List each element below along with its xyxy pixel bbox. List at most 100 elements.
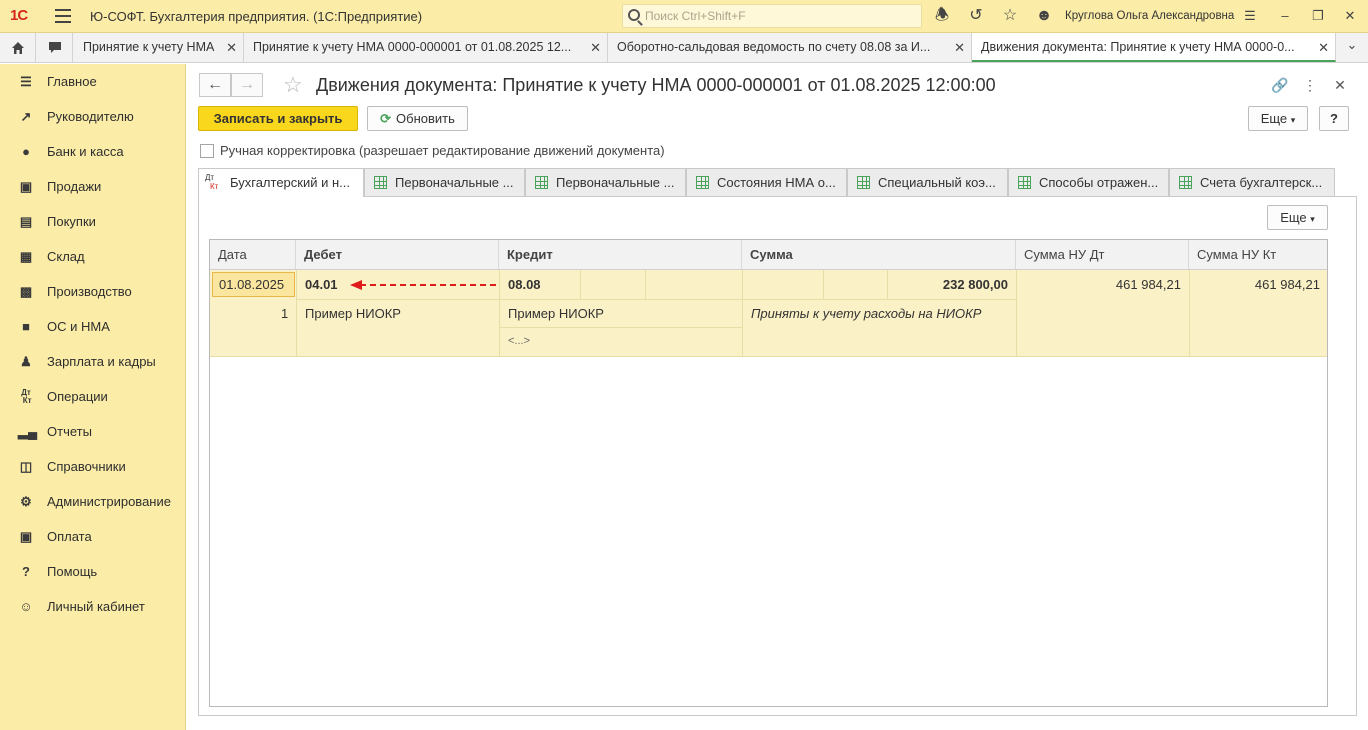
favorites-star-icon[interactable]: ☆ bbox=[1000, 6, 1020, 26]
messages-button[interactable] bbox=[37, 33, 73, 62]
chat-icon bbox=[48, 42, 61, 53]
bag-icon: ▣ bbox=[19, 179, 33, 194]
tab-label: Движения документа: Принятие к учету НМА… bbox=[981, 40, 1295, 54]
dt-label: Дт bbox=[205, 173, 215, 182]
chevron-down-icon: ▾ bbox=[1290, 115, 1296, 125]
forward-button[interactable]: → bbox=[231, 73, 263, 97]
user-name[interactable]: Круглова Ольга Александровна bbox=[1065, 10, 1234, 22]
title-bar: 1С Ю-СОФТ. Бухгалтерия предприятия. (1С:… bbox=[0, 0, 1368, 33]
tab-label: Состояния НМА о... bbox=[717, 175, 836, 190]
tab-osv-report[interactable]: Оборотно-сальдовая ведомость по счету 08… bbox=[608, 33, 972, 62]
row-date: 01.08.2025 bbox=[219, 277, 285, 292]
sidebar-item-catalogs[interactable]: ◫ Справочники bbox=[0, 449, 185, 484]
sidebar: ☰ Главное ↗ Руководителю ● Банк и касса ▣ Пр… bbox=[0, 64, 186, 730]
sidebar-item-operations[interactable]: Дт Кт Операции bbox=[0, 379, 185, 414]
sidebar-item-main[interactable]: ☰ Главное bbox=[0, 64, 185, 99]
column-header-credit[interactable]: Кредит bbox=[499, 240, 742, 270]
sidebar-item-salary[interactable]: ♟ Зарплата и кадры bbox=[0, 344, 185, 379]
column-header-debit[interactable]: Дебет bbox=[296, 240, 499, 270]
warehouse-icon: ▦ bbox=[19, 249, 33, 264]
chevron-down-icon: ▾ bbox=[1310, 214, 1315, 224]
tab-initial-cost-2[interactable]: Первоначальные ... bbox=[525, 168, 686, 196]
menu-icon: ☰ bbox=[20, 74, 32, 89]
tab-nma-list[interactable]: Принятие к учету НМА ✕ bbox=[74, 33, 244, 62]
column-header-nu-dt[interactable]: Сумма НУ Дт bbox=[1016, 240, 1189, 270]
refresh-icon: ⟳ bbox=[380, 111, 392, 126]
tab-initial-cost-1[interactable]: Первоначальные ... bbox=[364, 168, 525, 196]
back-button[interactable]: ← bbox=[199, 73, 231, 97]
tabs-dropdown-icon[interactable]: ⌄ bbox=[1340, 37, 1364, 59]
close-form-icon[interactable]: ✕ bbox=[1330, 75, 1350, 95]
close-window-icon[interactable]: ✕ bbox=[1339, 6, 1361, 26]
close-icon[interactable]: ✕ bbox=[954, 40, 965, 56]
trend-icon: ↗ bbox=[20, 109, 32, 124]
book-icon: ◫ bbox=[19, 459, 33, 474]
restore-icon[interactable]: ❐ bbox=[1307, 6, 1329, 26]
link-icon[interactable]: 🔗 bbox=[1270, 75, 1290, 95]
user-icon[interactable]: ☻ bbox=[1034, 6, 1054, 26]
sidebar-item-label: Личный кабинет bbox=[47, 599, 145, 614]
question-icon: ? bbox=[22, 564, 30, 579]
factory-icon: ▩ bbox=[19, 284, 33, 299]
sidebar-item-assets[interactable]: ■ ОС и НМА bbox=[0, 309, 185, 344]
refresh-label: Обновить bbox=[396, 111, 455, 126]
tab-reflection-methods[interactable]: Способы отражен... bbox=[1008, 168, 1169, 196]
search-input[interactable] bbox=[645, 7, 915, 25]
sidebar-item-bank[interactable]: ● Банк и касса bbox=[0, 134, 185, 169]
save-and-close-button[interactable]: Записать и закрыть bbox=[198, 106, 358, 131]
column-header-date[interactable]: Дата bbox=[210, 240, 296, 270]
table-icon bbox=[535, 176, 548, 189]
sidebar-item-help[interactable]: ? Помощь bbox=[0, 554, 185, 589]
table-row[interactable]: 01.08.2025 1 04.01 Пример НИОКР 08.08 Пр… bbox=[210, 270, 1327, 357]
column-header-nu-kt[interactable]: Сумма НУ Кт bbox=[1189, 240, 1327, 270]
more-vertical-icon[interactable]: ⋮ bbox=[1300, 75, 1320, 95]
minimize-icon[interactable]: – bbox=[1274, 6, 1296, 26]
sidebar-item-director[interactable]: ↗ Руководителю bbox=[0, 99, 185, 134]
gear-icon: ⚙ bbox=[20, 494, 32, 509]
tab-special-coef[interactable]: Специальный коэ... bbox=[847, 168, 1008, 196]
row-nu-kt: 461 984,21 bbox=[1254, 277, 1320, 292]
movements-table: Дата Дебет Кредит Сумма Сумма НУ Дт Сумм… bbox=[209, 239, 1328, 707]
sidebar-item-sales[interactable]: ▣ Продажи bbox=[0, 169, 185, 204]
close-icon[interactable]: ✕ bbox=[1318, 40, 1329, 56]
truck-icon: ■ bbox=[22, 319, 30, 334]
sidebar-item-purchases[interactable]: ▤ Покупки bbox=[0, 204, 185, 239]
bell-icon[interactable]: 🕭 bbox=[932, 6, 952, 26]
table-more-button[interactable]: Еще ▾ bbox=[1267, 205, 1328, 230]
sidebar-item-production[interactable]: ▩ Производство bbox=[0, 274, 185, 309]
row-content: Приняты к учету расходы на НИОКР bbox=[751, 306, 982, 321]
help-button[interactable]: ? bbox=[1319, 106, 1349, 131]
table-icon bbox=[1179, 176, 1192, 189]
column-header-sum[interactable]: Сумма bbox=[742, 240, 1016, 270]
close-icon[interactable]: ✕ bbox=[590, 40, 601, 56]
sidebar-item-reports[interactable]: ▂▄ Отчеты bbox=[0, 414, 185, 449]
refresh-button[interactable]: ⟳ Обновить bbox=[367, 106, 468, 131]
tab-accounts[interactable]: Счета бухгалтерск... bbox=[1169, 168, 1335, 196]
tab-document-movements[interactable]: Движения документа: Принятие к учету НМА… bbox=[972, 33, 1336, 62]
coin-icon: ● bbox=[22, 144, 30, 159]
more-button[interactable]: Еще ▾ bbox=[1248, 106, 1308, 131]
sidebar-item-admin[interactable]: ⚙ Администрирование bbox=[0, 484, 185, 519]
kt-label: Кт bbox=[210, 182, 219, 191]
tab-nma-document[interactable]: Принятие к учету НМА 0000-000001 от 01.0… bbox=[244, 33, 608, 62]
sidebar-item-payment[interactable]: ▣ Оплата bbox=[0, 519, 185, 554]
favorite-star-icon[interactable]: ☆ bbox=[283, 72, 303, 98]
sidebar-item-label: Покупки bbox=[47, 214, 96, 229]
main-menu-icon[interactable] bbox=[55, 9, 71, 23]
history-icon[interactable]: ↺ bbox=[966, 6, 986, 26]
sidebar-item-label: Главное bbox=[47, 74, 97, 89]
sidebar-item-label: Операции bbox=[47, 389, 108, 404]
manual-edit-checkbox[interactable] bbox=[200, 144, 214, 158]
home-button[interactable] bbox=[0, 33, 36, 62]
more-label: Еще bbox=[1280, 210, 1307, 225]
tab-nma-states[interactable]: Состояния НМА о... bbox=[686, 168, 847, 196]
sidebar-item-warehouse[interactable]: ▦ Склад bbox=[0, 239, 185, 274]
settings-menu-icon[interactable]: ☰ bbox=[1239, 6, 1261, 26]
app-title: Ю-СОФТ. Бухгалтерия предприятия. (1С:Пре… bbox=[90, 9, 423, 24]
sidebar-item-account[interactable]: ☺ Личный кабинет bbox=[0, 589, 185, 624]
table-icon bbox=[374, 176, 387, 189]
global-search[interactable] bbox=[622, 4, 922, 28]
sidebar-item-label: Зарплата и кадры bbox=[47, 354, 156, 369]
close-icon[interactable]: ✕ bbox=[226, 40, 237, 56]
tab-accounting-register[interactable]: Дт Кт Бухгалтерский и н... bbox=[198, 168, 364, 197]
